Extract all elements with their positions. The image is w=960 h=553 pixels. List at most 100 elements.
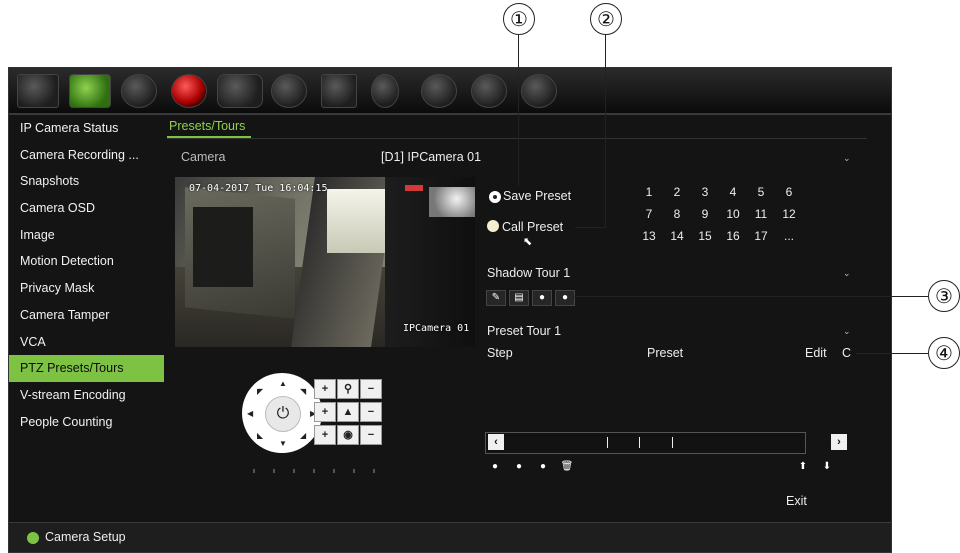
add-step-icon[interactable]: ● xyxy=(487,460,503,474)
preset-number[interactable]: 5 xyxy=(749,185,773,199)
scroll-left-button[interactable]: ‹ xyxy=(488,434,504,450)
callout-4: ④ xyxy=(928,337,960,369)
preset-number[interactable]: 1 xyxy=(637,185,661,199)
shadow-tour-edit-icon[interactable]: ✎ xyxy=(486,290,506,306)
delete-step-icon[interactable]: 🗑 xyxy=(559,460,575,474)
sidebar-item-image[interactable]: Image xyxy=(9,222,164,249)
callout-2-line xyxy=(605,34,606,228)
sidebar-item-motion-detection[interactable]: Motion Detection xyxy=(9,248,164,275)
move-down-icon[interactable]: ⬇ xyxy=(819,460,835,474)
preset-number[interactable]: 15 xyxy=(693,229,717,243)
callout-1: ① xyxy=(503,3,535,35)
ptz-up-icon[interactable]: ▲ xyxy=(279,379,287,388)
ptz-down-icon[interactable]: ▼ xyxy=(279,439,287,448)
preset-number[interactable]: 12 xyxy=(777,207,801,221)
shadow-tour-chevron-icon[interactable]: ⌄ xyxy=(843,268,851,279)
sidebar-item-people-counting[interactable]: People Counting xyxy=(9,409,164,436)
camera-setup-icon[interactable] xyxy=(69,74,111,108)
shadow-tour-play-icon[interactable]: ● xyxy=(532,290,552,306)
save-preset-radio[interactable] xyxy=(489,191,501,203)
help-icon[interactable] xyxy=(471,74,507,108)
timeline-tick xyxy=(639,437,640,448)
network-icon[interactable] xyxy=(217,74,263,108)
status-icon xyxy=(27,532,39,544)
tab-presets-tours[interactable]: Presets/Tours xyxy=(169,119,245,133)
shadow-tour-select[interactable]: Shadow Tour 1 xyxy=(487,266,570,280)
preset-number[interactable]: 6 xyxy=(777,185,801,199)
sidebar: IP Camera Status Camera Recording ... Sn… xyxy=(9,115,164,435)
tab-divider xyxy=(167,138,867,139)
ptz-up-right-icon[interactable]: ◥ xyxy=(300,387,306,396)
focus-mountain-icon: ▲ xyxy=(337,402,359,422)
move-up-icon[interactable]: ⬆ xyxy=(795,460,811,474)
sidebar-item-camera-recording[interactable]: Camera Recording ... xyxy=(9,142,164,169)
ptz-up-left-icon[interactable]: ◤ xyxy=(257,387,263,396)
camera-select[interactable]: [D1] IPCamera 01 xyxy=(381,150,481,164)
camera-label: Camera xyxy=(181,150,226,164)
scroll-right-button[interactable]: › xyxy=(831,434,847,450)
sidebar-item-privacy-mask[interactable]: Privacy Mask xyxy=(9,275,164,302)
shadow-tour-stop-icon[interactable]: ● xyxy=(555,290,575,306)
preset-number[interactable]: 11 xyxy=(749,207,773,221)
preset-number[interactable]: 4 xyxy=(721,185,745,199)
preset-number[interactable]: 8 xyxy=(665,207,689,221)
sidebar-item-ptz-presets-tours[interactable]: PTZ Presets/Tours xyxy=(9,355,164,382)
save-preset-label[interactable]: Save Preset xyxy=(503,189,571,203)
mouse-cursor-icon: ⬉ xyxy=(523,236,533,248)
preset-number[interactable]: 13 xyxy=(637,229,661,243)
dvr-window: IP Camera Status Camera Recording ... Sn… xyxy=(8,67,892,553)
timeline-tick xyxy=(607,437,608,448)
call-preset-label[interactable]: Call Preset xyxy=(502,220,563,234)
preset-number[interactable]: 2 xyxy=(665,185,689,199)
focus-out-button[interactable]: − xyxy=(360,402,382,422)
power-icon[interactable] xyxy=(521,74,557,108)
ptz-direction-pad[interactable]: ▲ ▼ ◀ ▶ ◤ ◥ ◣ ◢ ⏻ xyxy=(242,373,322,453)
shadow-tour-save-icon[interactable]: ▤ xyxy=(509,290,529,306)
sidebar-item-camera-tamper[interactable]: Camera Tamper xyxy=(9,302,164,329)
preset-number[interactable]: ... xyxy=(777,229,801,243)
column-c: C xyxy=(842,346,852,360)
call-preset-radio[interactable] xyxy=(487,220,499,232)
record-indicator-icon xyxy=(405,185,423,191)
callout-4-line xyxy=(856,353,928,354)
sidebar-item-camera-osd[interactable]: Camera OSD xyxy=(9,195,164,222)
sidebar-item-snapshots[interactable]: Snapshots xyxy=(9,168,164,195)
zoom-in-button[interactable]: + xyxy=(314,379,336,399)
step-settings-icon[interactable]: ● xyxy=(511,460,527,474)
sidebar-item-v-stream-encoding[interactable]: V-stream Encoding xyxy=(9,382,164,409)
camera-select-chevron-icon[interactable]: ⌄ xyxy=(843,153,851,164)
preset-tour-chevron-icon[interactable]: ⌄ xyxy=(843,326,851,337)
preset-number[interactable]: 10 xyxy=(721,207,745,221)
iris-close-button[interactable]: − xyxy=(360,425,382,445)
focus-in-button[interactable]: + xyxy=(314,402,336,422)
record-icon[interactable] xyxy=(171,74,207,108)
tour-timeline-scrollbar[interactable]: ‹ xyxy=(485,432,806,454)
iris-open-button[interactable]: + xyxy=(314,425,336,445)
preset-number[interactable]: 9 xyxy=(693,207,717,221)
step-play-icon[interactable]: ● xyxy=(535,460,551,474)
preset-number[interactable]: 14 xyxy=(665,229,689,243)
sidebar-item-vca[interactable]: VCA xyxy=(9,329,164,356)
video-camera-name: IPCamera 01 xyxy=(403,323,470,334)
preset-number[interactable]: 7 xyxy=(637,207,661,221)
display-icon[interactable] xyxy=(17,74,59,108)
sidebar-item-ip-camera-status[interactable]: IP Camera Status xyxy=(9,115,164,142)
preset-tour-select[interactable]: Preset Tour 1 xyxy=(487,324,561,338)
storage-icon[interactable] xyxy=(321,74,357,108)
callout-1-line xyxy=(518,34,519,186)
alarm-icon[interactable] xyxy=(271,74,307,108)
preset-number[interactable]: 17 xyxy=(749,229,773,243)
user-icon[interactable] xyxy=(371,74,399,108)
zoom-out-button[interactable]: − xyxy=(360,379,382,399)
column-step: Step xyxy=(487,346,513,360)
preset-number[interactable]: 16 xyxy=(721,229,745,243)
system-icon[interactable] xyxy=(421,74,457,108)
ptz-speed-slider[interactable] xyxy=(253,467,383,473)
preset-number[interactable]: 3 xyxy=(693,185,717,199)
exit-button[interactable]: Exit xyxy=(786,494,807,508)
playback-icon[interactable] xyxy=(121,74,157,108)
ptz-down-left-icon[interactable]: ◣ xyxy=(257,431,263,440)
ptz-down-right-icon[interactable]: ◢ xyxy=(300,431,306,440)
ptz-left-icon[interactable]: ◀ xyxy=(247,409,253,418)
ptz-auto-scan-icon[interactable]: ⏻ xyxy=(265,396,301,432)
